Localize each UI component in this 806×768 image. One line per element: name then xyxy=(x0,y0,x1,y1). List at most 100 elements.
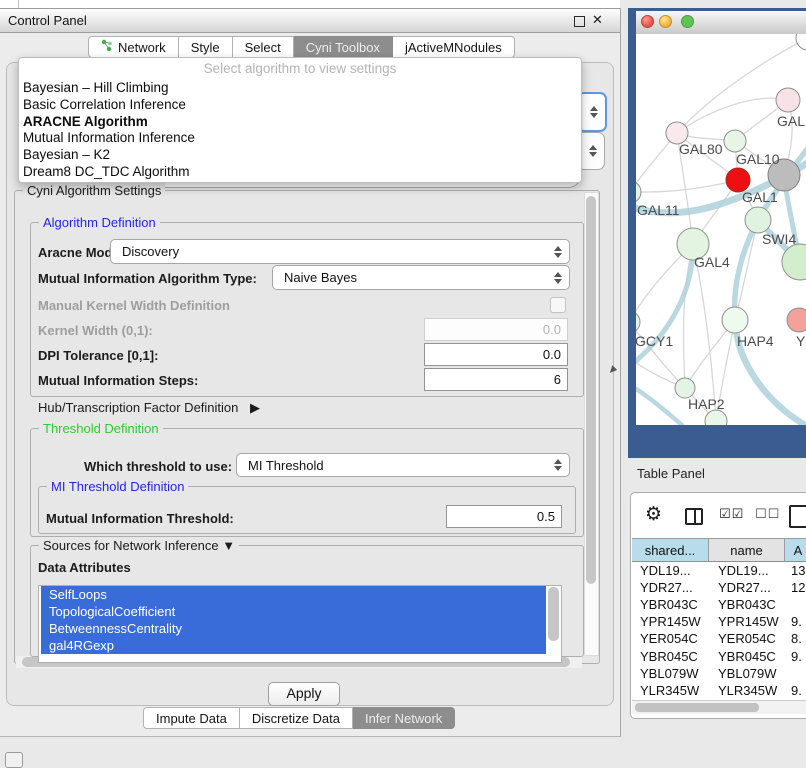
algorithm-option[interactable]: Bayesian – K2 xyxy=(19,147,581,164)
data-attributes-label: Data Attributes xyxy=(38,560,131,575)
threshold-definition-title: Threshold Definition xyxy=(39,421,163,436)
mi-steps-field[interactable] xyxy=(424,368,568,391)
top-divider xyxy=(18,0,19,8)
algorithm-option[interactable]: Bayesian – Hill Climbing xyxy=(19,80,581,97)
network-node-swi4[interactable] xyxy=(745,207,771,233)
network-edge[interactable] xyxy=(636,180,738,192)
attribute-item-selected[interactable]: SelfLoops xyxy=(41,586,546,603)
which-threshold-combobox[interactable]: MI Threshold xyxy=(236,453,570,477)
network-canvas[interactable]: GALGAL80GAL10GAL1GAL11SWI4GAL4GCY1HAP4YH… xyxy=(636,34,806,425)
bottom-tab-bar: Impute DataDiscretize DataInfer Network xyxy=(143,707,455,729)
column-header-1[interactable]: shared... xyxy=(632,538,709,562)
manual-kernel-checkbox[interactable] xyxy=(550,297,566,313)
tab-jactivemnodules[interactable]: jActiveMNodules xyxy=(393,36,515,58)
table-hscrollbar-track[interactable] xyxy=(632,700,806,714)
checked-checkboxes-icon[interactable]: ☑☑ xyxy=(719,506,744,522)
zoom-traffic-light[interactable] xyxy=(681,15,694,28)
table-row[interactable]: YDL19...YDL19...13 xyxy=(632,562,806,579)
node-label: GAL10 xyxy=(736,151,780,167)
attribute-item-selected[interactable]: gal4RGexp xyxy=(41,637,546,654)
table-cell: YDR27... xyxy=(632,580,709,595)
network-node-y[interactable] xyxy=(787,308,806,332)
attribute-item-selected[interactable]: TopologicalCoefficient xyxy=(41,603,546,620)
tab-impute-data[interactable]: Impute Data xyxy=(143,707,240,729)
table-cell: YDL19... xyxy=(709,563,785,578)
network-node-gcy1[interactable] xyxy=(636,311,640,333)
table-row[interactable]: YER054CYER054C8. xyxy=(632,630,806,647)
table-row[interactable]: YBL079WYBL079W xyxy=(632,665,806,682)
column-header-3[interactable]: A xyxy=(785,538,806,562)
attribute-item-selected[interactable]: BetweennessCentrality xyxy=(41,620,546,637)
collapse-arrow-icon[interactable]: ▼ xyxy=(222,538,235,553)
hub-definition-expander[interactable]: Hub/Transcription Factor Definition ▶ xyxy=(38,400,260,416)
network-graph[interactable]: GALGAL80GAL10GAL1GAL11SWI4GAL4GCY1HAP4YH… xyxy=(636,34,806,425)
mi-threshold-label: Mutual Information Threshold: xyxy=(46,511,234,526)
control-panel-tab-bar: NetworkStyleSelectCyni ToolboxjActiveMNo… xyxy=(88,36,515,58)
close-traffic-light[interactable] xyxy=(641,15,654,28)
kernel-width-field[interactable] xyxy=(424,318,568,341)
table-cell: 12 xyxy=(785,580,806,595)
network-edge[interactable] xyxy=(693,244,716,421)
apply-button[interactable]: Apply xyxy=(268,682,340,706)
mi-threshold-title: MI Threshold Definition xyxy=(47,479,188,494)
tab-select[interactable]: Select xyxy=(233,36,294,58)
table-cell: YBL079W xyxy=(709,666,785,681)
combo-arrows-icon xyxy=(554,459,562,471)
mi-type-combobox[interactable]: Naive Bayes xyxy=(272,265,570,290)
mi-type-value: Naive Bayes xyxy=(284,270,357,285)
which-threshold-value: MI Threshold xyxy=(248,458,324,473)
gear-icon[interactable]: ⚙ xyxy=(645,503,662,526)
settings-vscrollbar-thumb[interactable] xyxy=(586,196,596,584)
which-threshold-label: Which threshold to use: xyxy=(84,459,232,474)
unchecked-checkboxes-icon[interactable]: ☐☐ xyxy=(755,506,780,522)
sources-title: Sources for Network Inference xyxy=(43,538,219,553)
table-cell: 8. xyxy=(785,631,806,646)
dpi-tolerance-field[interactable] xyxy=(424,343,568,366)
mi-type-label: Mutual Information Algorithm Type: xyxy=(38,271,257,286)
tab-style[interactable]: Style xyxy=(179,36,233,58)
aracne-mode-value: Discovery xyxy=(122,244,179,259)
column-pane-icon[interactable] xyxy=(685,508,703,525)
document-icon[interactable] xyxy=(789,505,806,528)
close-icon[interactable]: ✕ xyxy=(592,12,603,28)
aracne-mode-combobox[interactable]: Discovery xyxy=(110,239,570,264)
combo-arrows-icon xyxy=(589,145,597,157)
tab-discretize-data[interactable]: Discretize Data xyxy=(240,707,353,729)
table-hscrollbar-thumb[interactable] xyxy=(635,703,759,712)
table-row[interactable]: YBR043CYBR043C xyxy=(632,596,806,613)
table-cell: 9. xyxy=(785,649,806,664)
control-panel-window: Control Panel ✕ NetworkStyleSelectCyni T… xyxy=(0,8,621,737)
table-row[interactable]: YDR27...YDR27...12 xyxy=(632,579,806,596)
table-row[interactable]: YLR345WYLR345W9. xyxy=(632,682,806,699)
mi-steps-label: Mutual Information Steps: xyxy=(38,373,198,388)
table-cell: YBL079W xyxy=(632,666,709,681)
column-header-2[interactable]: name xyxy=(709,538,785,562)
node-label: GAL4 xyxy=(694,254,730,270)
tab-network[interactable]: Network xyxy=(88,36,179,58)
float-window-icon[interactable] xyxy=(574,16,585,27)
network-node-gal11[interactable] xyxy=(636,181,641,203)
algorithm-option[interactable]: Basic Correlation Inference xyxy=(19,97,581,114)
table-cell: 9. xyxy=(785,683,806,698)
network-node-hap2[interactable] xyxy=(675,378,695,398)
table-row[interactable]: YPR145WYPR145W9. xyxy=(632,613,806,630)
minimize-traffic-light[interactable] xyxy=(659,15,672,28)
algorithm-option[interactable]: Mutual Information Inference xyxy=(19,130,581,147)
algorithm-option[interactable]: Dream8 DC_TDC Algorithm xyxy=(19,164,581,181)
network-node-hap4[interactable] xyxy=(722,307,748,333)
table-cell: YBR045C xyxy=(632,649,709,664)
algorithm-dropdown: Select algorithm to view settings Bayesi… xyxy=(18,57,582,183)
hub-definition-label: Hub/Transcription Factor Definition xyxy=(38,400,238,415)
network-node[interactable] xyxy=(796,34,806,50)
network-node-gal[interactable] xyxy=(776,88,800,112)
mi-threshold-field[interactable] xyxy=(446,505,562,528)
attributes-scrollbar-thumb[interactable] xyxy=(548,587,559,641)
minimized-panel-icon[interactable] xyxy=(5,752,23,768)
data-attributes-list[interactable]: SelfLoopsTopologicalCoefficientBetweenne… xyxy=(38,585,562,663)
network-node-gal10[interactable] xyxy=(724,130,746,152)
algorithm-option[interactable]: ARACNE Algorithm xyxy=(19,114,581,131)
table-row[interactable]: YBR045CYBR045C9. xyxy=(632,647,806,664)
table-panel-window: ⚙ ☑☑ ☐☐ shared...nameA YDL19...YDL19...1… xyxy=(630,492,806,719)
tab-infer-network[interactable]: Infer Network xyxy=(353,707,455,729)
tab-cyni-toolbox[interactable]: Cyni Toolbox xyxy=(294,36,393,58)
